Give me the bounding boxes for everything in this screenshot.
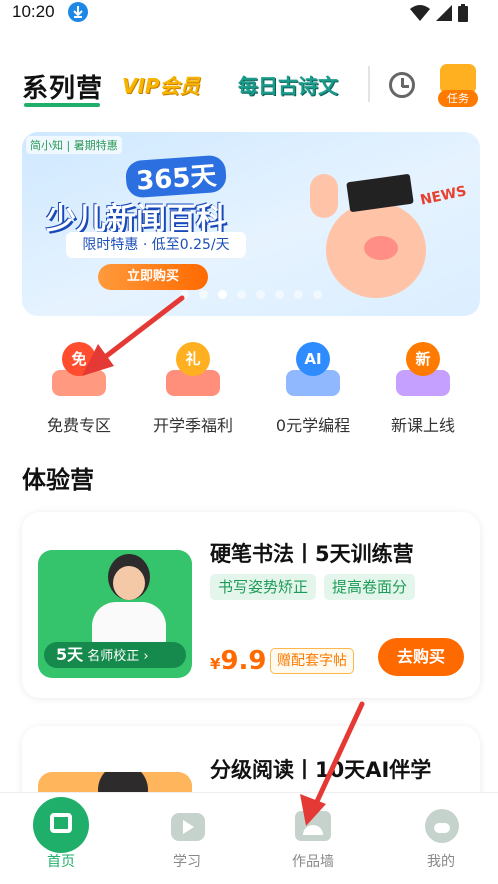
- nav-label: 作品墙: [292, 854, 334, 870]
- banner-dot[interactable]: [313, 290, 322, 299]
- nav-label: 我的: [427, 854, 455, 870]
- status-time: 10:20: [12, 2, 55, 21]
- course-title: 分级阅读丨10天AI伴学: [210, 758, 432, 782]
- category-label: 新课上线: [390, 416, 455, 435]
- task-button[interactable]: 任务: [438, 62, 478, 107]
- gift-icon: 礼: [164, 338, 222, 400]
- download-icon: [68, 2, 88, 22]
- category-label: 0元学编程: [275, 416, 351, 435]
- banner-dot-active[interactable]: [218, 290, 227, 299]
- nav-label: 学习: [173, 854, 201, 870]
- gallery-icon: [293, 805, 333, 845]
- battery-icon: [458, 4, 468, 22]
- status-icons: [410, 4, 468, 22]
- price-value: 9.9: [220, 646, 267, 676]
- category-row: 免 免费专区 礼 开学季福利 AI 0元学编程 新 新课上线: [0, 338, 498, 438]
- home-icon: [33, 797, 89, 853]
- thumbnail-tag: 5天 名师校正 ›: [44, 642, 186, 668]
- nav-study[interactable]: 学习: [142, 793, 232, 871]
- thumbnail-days: 5天: [56, 645, 84, 664]
- task-label: 任务: [438, 90, 478, 107]
- gift-badge: 赠配套字帖: [270, 648, 354, 674]
- tab-daily-poem[interactable]: 每日古诗文: [238, 70, 338, 99]
- course-price: ¥9.9: [210, 646, 267, 676]
- promo-banner[interactable]: 简小知 | 暑期特惠 365天 少儿新闻百科 限时特惠 · 低至0.25/天 立…: [22, 132, 480, 316]
- header-divider: [368, 66, 370, 102]
- course-thumbnail: 5天 名师校正 ›: [38, 550, 192, 678]
- category-back-to-school[interactable]: 礼 开学季福利: [138, 338, 248, 436]
- status-bar: 10:20: [0, 0, 498, 28]
- banner-brand: 简小知 | 暑期特惠: [26, 136, 122, 154]
- signal-icon: [436, 5, 452, 21]
- nav-label: 首页: [47, 854, 75, 870]
- history-icon[interactable]: [389, 72, 415, 98]
- banner-dot[interactable]: [199, 290, 208, 299]
- course-tags: 书写姿势矫正 提高卷面分: [210, 574, 416, 600]
- banner-buy-button[interactable]: 立即购买: [98, 264, 208, 290]
- tv-icon: [167, 805, 207, 845]
- banner-dot[interactable]: [256, 290, 265, 299]
- tab-vip[interactable]: VIP会员: [122, 70, 200, 99]
- course-title: 硬笔书法丨5天训练营: [210, 542, 414, 566]
- thumbnail-text: 名师校正 ›: [87, 649, 149, 664]
- banner-subtitle: 限时特惠 · 低至0.25/天: [66, 232, 246, 258]
- banner-pagination: [180, 290, 322, 299]
- section-title: 体验营: [22, 466, 94, 494]
- banner-dot[interactable]: [237, 290, 246, 299]
- nav-works-wall[interactable]: 作品墙: [268, 793, 358, 871]
- category-label: 免费专区: [46, 416, 111, 435]
- banner-dot[interactable]: [180, 290, 189, 299]
- ai-icon: AI: [284, 338, 342, 400]
- nav-profile[interactable]: 我的: [396, 793, 486, 871]
- top-tabs: 系列营 VIP会员 每日古诗文 任务: [0, 58, 498, 114]
- free-badge-icon: 免: [50, 338, 108, 400]
- currency-symbol: ¥: [210, 655, 221, 673]
- category-free-coding[interactable]: AI 0元学编程: [258, 338, 368, 436]
- tab-series-camp[interactable]: 系列营: [22, 68, 103, 105]
- pig-mascot-illustration: [310, 172, 434, 302]
- profile-icon: [421, 805, 461, 845]
- bottom-nav: 首页 学习 作品墙 我的: [0, 792, 498, 884]
- wifi-icon: [410, 5, 430, 21]
- new-badge-icon: 新: [394, 338, 452, 400]
- course-tag: 提高卷面分: [324, 574, 416, 600]
- nav-home[interactable]: 首页: [16, 793, 106, 871]
- banner-days: 365天: [124, 154, 228, 199]
- active-tab-indicator: [24, 103, 100, 107]
- category-free-zone[interactable]: 免 免费专区: [24, 338, 134, 436]
- course-tag: 书写姿势矫正: [210, 574, 317, 600]
- banner-dot[interactable]: [275, 290, 284, 299]
- banner-dot[interactable]: [294, 290, 303, 299]
- category-label: 开学季福利: [152, 416, 233, 435]
- buy-button[interactable]: 去购买: [378, 638, 464, 676]
- course-card[interactable]: 5天 名师校正 › 硬笔书法丨5天训练营 书写姿势矫正 提高卷面分 ¥9.9 赠…: [22, 512, 480, 698]
- category-new-courses[interactable]: 新 新课上线: [368, 338, 478, 436]
